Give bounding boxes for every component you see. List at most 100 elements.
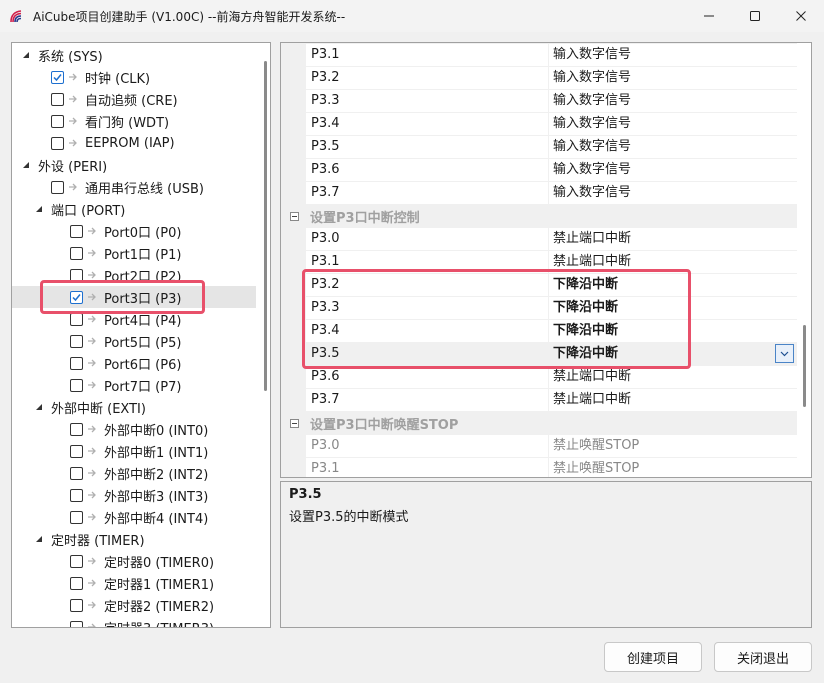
grid-property-row[interactable]: P3.2 下降沿中断 (281, 274, 797, 297)
tree-item[interactable]: 外部中断4 (INT4) (12, 506, 256, 528)
grid-property-row[interactable]: P3.5 下降沿中断 (281, 343, 797, 366)
tree-item[interactable]: Port4口 (P4) (12, 308, 256, 330)
checkbox[interactable] (70, 620, 83, 627)
tree-item[interactable]: 通用串行总线 (USB) (12, 176, 256, 198)
checkbox[interactable] (70, 510, 83, 524)
grid-property-row[interactable]: P3.6 输入数字信号 (281, 159, 797, 182)
tree-item[interactable]: Port6口 (P6) (12, 352, 256, 374)
property-value[interactable]: 禁止唤醒STOP (549, 458, 797, 477)
checkbox[interactable] (70, 246, 83, 260)
property-value[interactable]: 禁止端口中断 (549, 228, 797, 251)
tree-item[interactable]: 外部中断0 (INT0) (12, 418, 256, 440)
value-dropdown-button[interactable] (775, 344, 794, 363)
grid-property-row[interactable]: P3.5 输入数字信号 (281, 136, 797, 159)
checkbox[interactable] (70, 466, 83, 480)
grid-property-row[interactable]: P3.4 下降沿中断 (281, 320, 797, 343)
grid-property-row[interactable]: P3.7 禁止端口中断 (281, 389, 797, 412)
tree-item[interactable]: Port2口 (P2) (12, 264, 256, 286)
checkbox[interactable] (51, 114, 64, 128)
checkbox[interactable] (70, 422, 83, 436)
property-grid[interactable]: P3.1 输入数字信号 P3.2 输入数字信号 P3.3 输入数字信号 P3.4 输入数字信号… (280, 42, 812, 478)
checkbox[interactable] (51, 70, 64, 84)
close-exit-button[interactable]: 关闭退出 (714, 642, 812, 672)
tree-item[interactable]: 定时器0 (TIMER0) (12, 550, 256, 572)
tree-item[interactable]: Port1口 (P1) (12, 242, 256, 264)
grid-property-row[interactable]: P3.3 输入数字信号 (281, 90, 797, 113)
grid-property-row[interactable]: P3.2 输入数字信号 (281, 67, 797, 90)
checkbox[interactable] (70, 576, 83, 590)
checkbox[interactable] (70, 312, 83, 326)
expand-triangle-icon[interactable] (34, 402, 44, 412)
module-tree[interactable]: 系统 (SYS) 时钟 (CLK) 自动追频 (CRE) 看门狗 (WDT) EEPRO… (11, 42, 271, 628)
tree-item[interactable]: 外部中断1 (INT1) (12, 440, 256, 462)
checkbox[interactable] (70, 356, 83, 370)
tree-item[interactable]: 看门狗 (WDT) (12, 110, 256, 132)
tree-item[interactable]: 定时器2 (TIMER2) (12, 594, 256, 616)
checkbox[interactable] (51, 136, 64, 150)
property-value[interactable]: 输入数字信号 (549, 90, 797, 113)
property-value[interactable]: 下降沿中断 (549, 343, 797, 366)
collapse-icon[interactable] (290, 212, 299, 221)
tree-item[interactable]: 外设 (PERI) (12, 154, 256, 176)
tree-item[interactable]: Port7口 (P7) (12, 374, 256, 396)
tree-item[interactable]: 系统 (SYS) (12, 44, 256, 66)
tree-item[interactable]: Port5口 (P5) (12, 330, 256, 352)
grid-property-row[interactable]: P3.4 输入数字信号 (281, 113, 797, 136)
checkbox[interactable] (70, 224, 83, 238)
property-value[interactable]: 输入数字信号 (549, 159, 797, 182)
checkbox[interactable] (70, 488, 83, 502)
grid-property-row[interactable]: P3.0 禁止唤醒STOP (281, 435, 797, 458)
tree-item[interactable]: 端口 (PORT) (12, 198, 256, 220)
tree-item[interactable]: 定时器 (TIMER) (12, 528, 256, 550)
expand-triangle-icon[interactable] (34, 534, 44, 544)
tree-item[interactable]: 定时器1 (TIMER1) (12, 572, 256, 594)
tree-item[interactable]: 时钟 (CLK) (12, 66, 256, 88)
checkbox[interactable] (70, 378, 83, 392)
tree-item[interactable]: 定时器3 (TIMER3) (12, 616, 256, 627)
tree-item[interactable]: 外部中断2 (INT2) (12, 462, 256, 484)
grid-property-row[interactable]: P3.6 禁止端口中断 (281, 366, 797, 389)
grid-category[interactable]: 设置P3口中断唤醒STOP (281, 412, 797, 435)
tree-item[interactable]: 外部中断3 (INT3) (12, 484, 256, 506)
checkbox[interactable] (70, 598, 83, 612)
tree-item[interactable]: EEPROM (IAP) (12, 132, 256, 154)
collapse-icon[interactable] (290, 419, 299, 428)
checkbox[interactable] (70, 334, 83, 348)
grid-property-row[interactable]: P3.1 禁止唤醒STOP (281, 458, 797, 477)
checkbox[interactable] (70, 268, 83, 282)
property-value[interactable]: 禁止端口中断 (549, 366, 797, 389)
tree-item[interactable]: Port0口 (P0) (12, 220, 256, 242)
property-value[interactable]: 下降沿中断 (549, 274, 797, 297)
grid-property-row[interactable]: P3.0 禁止端口中断 (281, 228, 797, 251)
property-value[interactable]: 输入数字信号 (549, 67, 797, 90)
expand-triangle-icon[interactable] (21, 160, 31, 170)
create-project-button[interactable]: 创建项目 (604, 642, 702, 672)
tree-item[interactable]: 自动追频 (CRE) (12, 88, 256, 110)
maximize-button[interactable] (732, 0, 778, 32)
property-value[interactable]: 下降沿中断 (549, 297, 797, 320)
close-button[interactable] (778, 0, 824, 32)
tree-item[interactable]: Port3口 (P3) (12, 286, 256, 308)
checkbox[interactable] (51, 180, 64, 194)
grid-property-row[interactable]: P3.7 输入数字信号 (281, 182, 797, 205)
grid-category[interactable]: 设置P3口中断控制 (281, 205, 797, 228)
tree-item[interactable]: 外部中断 (EXTI) (12, 396, 256, 418)
property-value[interactable]: 下降沿中断 (549, 320, 797, 343)
checkbox[interactable] (70, 444, 83, 458)
grid-property-row[interactable]: P3.1 禁止端口中断 (281, 251, 797, 274)
checkbox[interactable] (51, 92, 64, 106)
property-value[interactable]: 输入数字信号 (549, 113, 797, 136)
grid-property-row[interactable]: P3.3 下降沿中断 (281, 297, 797, 320)
checkbox[interactable] (70, 554, 83, 568)
grid-scrollbar[interactable] (803, 325, 806, 407)
tree-scrollbar[interactable] (264, 61, 267, 391)
expand-triangle-icon[interactable] (34, 204, 44, 214)
property-value[interactable]: 禁止端口中断 (549, 251, 797, 274)
property-value[interactable]: 输入数字信号 (549, 136, 797, 159)
grid-property-row[interactable]: P3.1 输入数字信号 (281, 44, 797, 67)
checkbox[interactable] (70, 290, 83, 304)
property-value[interactable]: 输入数字信号 (549, 44, 797, 67)
property-value[interactable]: 禁止唤醒STOP (549, 435, 797, 458)
minimize-button[interactable] (686, 0, 732, 32)
expand-triangle-icon[interactable] (21, 50, 31, 60)
